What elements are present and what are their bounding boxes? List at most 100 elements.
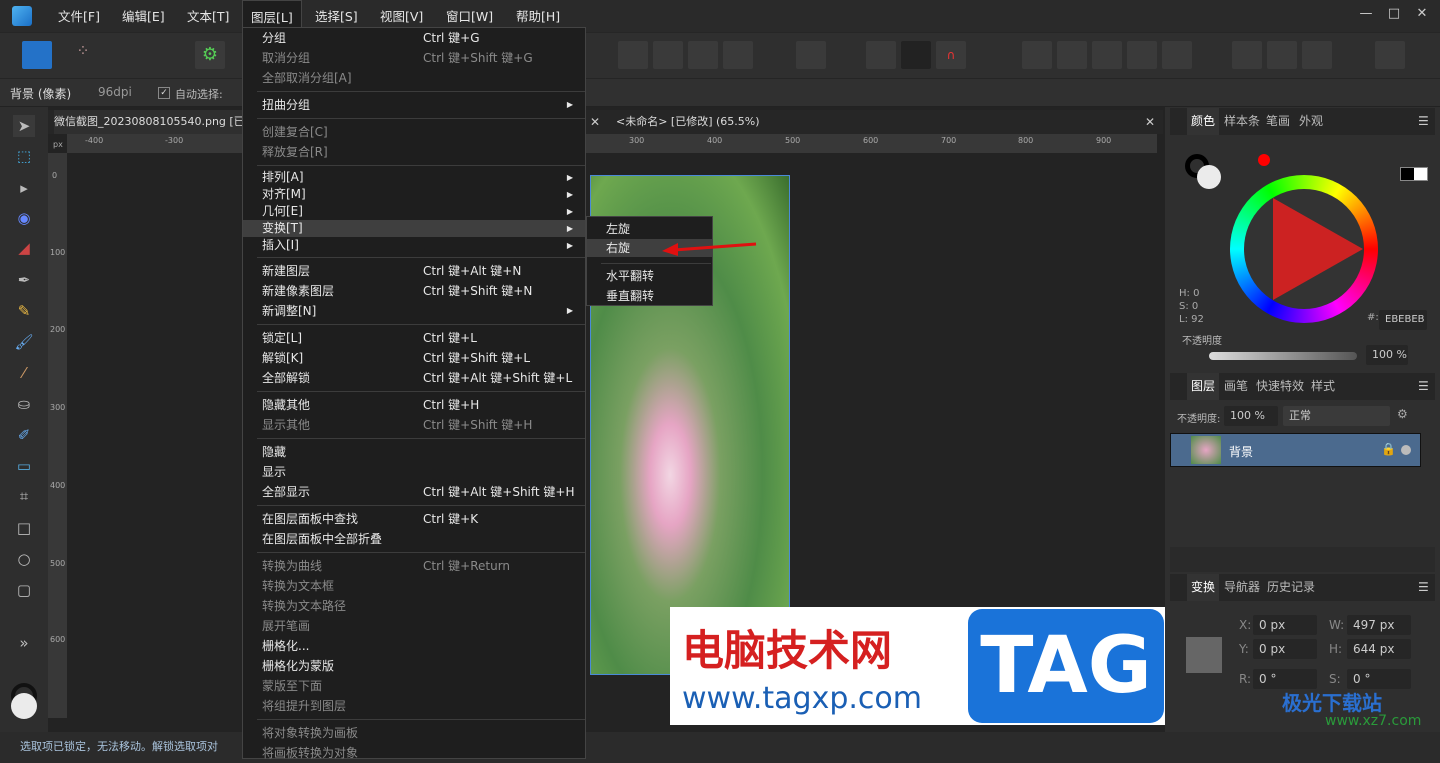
opacity-input[interactable]: 100 % bbox=[1366, 345, 1408, 365]
export-persona-icon[interactable] bbox=[113, 41, 143, 69]
submenu-flip-vertical[interactable]: 垂直翻转 bbox=[587, 287, 712, 305]
fill-color-swatch[interactable] bbox=[11, 693, 37, 719]
snap-grid-icon[interactable] bbox=[901, 41, 931, 69]
arrange-back-icon[interactable] bbox=[1232, 41, 1262, 69]
selection-brush-icon[interactable]: ◉ bbox=[13, 207, 35, 229]
tab-color[interactable]: 颜色 bbox=[1187, 108, 1220, 135]
fill-swatch[interactable] bbox=[1197, 165, 1221, 189]
menu-item[interactable]: 隐藏其他 Ctrl 键+H bbox=[243, 395, 585, 415]
gradient-tool-icon[interactable]: ◢ bbox=[13, 237, 35, 259]
clone-brush-icon[interactable]: ⁄ bbox=[13, 362, 35, 384]
w-input[interactable]: 497 px bbox=[1347, 615, 1411, 635]
user-account-icon[interactable] bbox=[1375, 41, 1405, 69]
y-input[interactable]: 0 px bbox=[1253, 639, 1317, 659]
crop-tool-icon[interactable]: ⌗ bbox=[13, 485, 35, 507]
lock-icon[interactable]: 🔒 bbox=[1381, 442, 1396, 456]
close-tab-icon[interactable]: ✕ bbox=[1145, 115, 1155, 129]
menu-item[interactable]: 新建像素图层 Ctrl 键+Shift 键+N bbox=[243, 281, 585, 301]
menu-item[interactable]: 在图层面板中查找 Ctrl 键+K bbox=[243, 509, 585, 529]
arrange-front-icon[interactable] bbox=[1267, 41, 1297, 69]
bw-swatch[interactable] bbox=[1400, 167, 1428, 181]
node-tool-icon[interactable]: ▸ bbox=[13, 177, 35, 199]
anchor-selector[interactable] bbox=[1186, 637, 1222, 673]
flip-v-icon[interactable] bbox=[653, 41, 683, 69]
tab-navigator[interactable]: 导航器 bbox=[1224, 574, 1260, 601]
snap-icon[interactable] bbox=[866, 41, 896, 69]
tab-document-2[interactable]: <未命名> [已修改] (65.5%) bbox=[616, 110, 760, 134]
menu-item[interactable]: 隐藏 bbox=[243, 442, 585, 462]
menu-file[interactable]: 文件[F] bbox=[50, 0, 108, 32]
menu-item[interactable]: 分组 Ctrl 键+G bbox=[243, 28, 585, 48]
submenu-flip-horizontal[interactable]: 水平翻转 bbox=[587, 267, 712, 285]
close-tab-icon[interactable]: ✕ bbox=[590, 115, 600, 129]
move-tool-icon[interactable]: ➤ bbox=[13, 115, 35, 137]
tab-brushes[interactable]: 画笔 bbox=[1224, 373, 1248, 400]
tab-layers[interactable]: 图层 bbox=[1187, 373, 1220, 400]
tab-quick-fx[interactable]: 快速特效 bbox=[1256, 373, 1304, 400]
menu-item[interactable]: 解锁[K] Ctrl 键+Shift 键+L bbox=[243, 348, 585, 368]
layer-row-background[interactable]: 背景 🔒 bbox=[1170, 433, 1421, 467]
menu-item[interactable]: 栅格化为蒙版 bbox=[243, 656, 585, 676]
tab-appearance[interactable]: 外观 bbox=[1299, 108, 1323, 135]
maximize-button[interactable]: □ bbox=[1384, 6, 1404, 26]
pencil-tool-icon[interactable]: ✎ bbox=[13, 300, 35, 322]
tab-transform[interactable]: 变换 bbox=[1187, 574, 1220, 601]
picked-color-swatch[interactable] bbox=[1258, 154, 1270, 166]
menu-item[interactable]: 锁定[L] Ctrl 键+L bbox=[243, 328, 585, 348]
panel-menu-icon[interactable]: ☰ bbox=[1418, 373, 1429, 400]
retouch-tool-icon[interactable]: ✐ bbox=[13, 424, 35, 446]
menu-item[interactable]: 插入[I] ▶ bbox=[243, 237, 585, 254]
menu-item[interactable]: 排列[A] ▶ bbox=[243, 169, 585, 186]
tab-stroke[interactable]: 笔画 bbox=[1266, 108, 1290, 135]
menu-item[interactable]: 栅格化... bbox=[243, 636, 585, 656]
menu-item[interactable]: 扭曲分组 ▶ bbox=[243, 95, 585, 115]
rectangle-tool-icon[interactable]: □ bbox=[13, 517, 35, 539]
rounded-rect-tool-icon[interactable]: ▢ bbox=[13, 579, 35, 601]
minimize-button[interactable]: — bbox=[1356, 6, 1376, 26]
color-picker-icon[interactable] bbox=[1302, 41, 1332, 69]
hue-wheel[interactable] bbox=[1230, 175, 1378, 323]
photo-persona-icon[interactable] bbox=[22, 41, 52, 69]
menu-item[interactable]: 在图层面板中全部折叠 bbox=[243, 529, 585, 549]
settings-icon[interactable]: ⚙ bbox=[195, 41, 225, 69]
boolean-add-icon[interactable] bbox=[1022, 41, 1052, 69]
artboard-tool-icon[interactable]: ⬚ bbox=[13, 145, 35, 167]
panel-menu-icon[interactable]: ☰ bbox=[1418, 108, 1429, 135]
fill-tool-icon[interactable]: ⛀ bbox=[13, 393, 35, 415]
boolean-subtract-icon[interactable] bbox=[1057, 41, 1087, 69]
pen-tool-icon[interactable]: ✒ bbox=[13, 269, 35, 291]
auto-select-checkbox[interactable]: ✓ bbox=[158, 87, 170, 99]
visibility-icon[interactable] bbox=[1401, 445, 1411, 455]
flip-h-icon[interactable] bbox=[618, 41, 648, 69]
paint-brush-icon[interactable]: 🖌 bbox=[13, 331, 35, 353]
blend-mode-select[interactable]: 正常 bbox=[1283, 406, 1390, 426]
menu-text[interactable]: 文本[T] bbox=[179, 0, 237, 32]
ellipse-tool-icon[interactable]: ○ bbox=[13, 548, 35, 570]
panel-menu-icon[interactable]: ☰ bbox=[1418, 574, 1429, 601]
close-window-button[interactable]: ✕ bbox=[1412, 6, 1432, 26]
submenu-rotate-left[interactable]: 左旋 bbox=[587, 220, 712, 238]
boolean-divide-icon[interactable] bbox=[1162, 41, 1192, 69]
boolean-xor-icon[interactable] bbox=[1127, 41, 1157, 69]
x-input[interactable]: 0 px bbox=[1253, 615, 1317, 635]
menu-item[interactable]: 全部解锁 Ctrl 键+Alt 键+Shift 键+L bbox=[243, 368, 585, 388]
opacity-slider[interactable] bbox=[1209, 352, 1357, 360]
menu-item[interactable]: 显示 bbox=[243, 462, 585, 482]
more-tools-icon[interactable]: » bbox=[13, 632, 35, 654]
layer-settings-icon[interactable]: ⚙ bbox=[1397, 407, 1408, 421]
menu-edit[interactable]: 编辑[E] bbox=[114, 0, 173, 32]
align-icon[interactable] bbox=[796, 41, 826, 69]
menu-item[interactable]: 几何[E] ▶ bbox=[243, 203, 585, 220]
tab-history[interactable]: 历史记录 bbox=[1267, 574, 1315, 601]
boolean-intersect-icon[interactable] bbox=[1092, 41, 1122, 69]
menu-item[interactable]: 对齐[M] ▶ bbox=[243, 186, 585, 203]
saturation-triangle[interactable] bbox=[1273, 198, 1363, 300]
menu-item[interactable]: 新调整[N] ▶ bbox=[243, 301, 585, 321]
magnet-icon[interactable]: ∩ bbox=[936, 41, 966, 69]
menu-item[interactable]: 新建图层 Ctrl 键+Alt 键+N bbox=[243, 261, 585, 281]
place-image-icon[interactable]: ▭ bbox=[13, 455, 35, 477]
layer-opacity-input[interactable]: 100 % bbox=[1224, 406, 1278, 426]
shear-input[interactable]: 0 ° bbox=[1347, 669, 1411, 689]
h-input[interactable]: 644 px bbox=[1347, 639, 1411, 659]
tab-swatches[interactable]: 样本条 bbox=[1224, 108, 1260, 135]
